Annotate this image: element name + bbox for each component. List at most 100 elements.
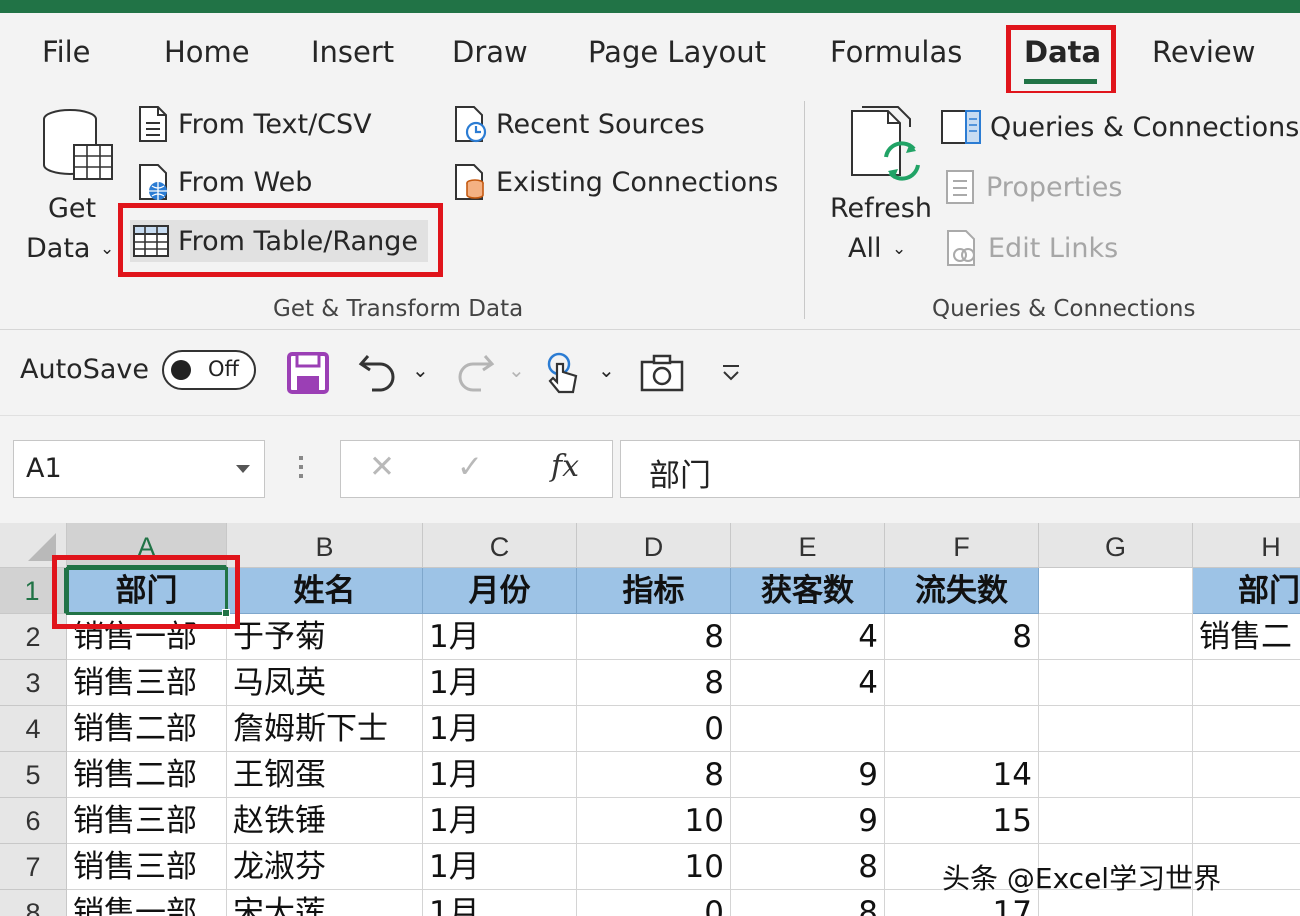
cell-d2[interactable]: 8 [577,614,731,660]
cell-a6[interactable]: 销售三部 [67,798,227,844]
cell-c7[interactable]: 1月 [423,844,577,890]
redo-dropdown-chevron-icon[interactable]: ⌄ [508,358,525,382]
header-cell-g1[interactable] [1039,568,1193,614]
cell-e5[interactable]: 9 [731,752,885,798]
row-header-7[interactable]: 7 [0,844,67,890]
cell-h6[interactable] [1193,798,1300,844]
select-all-corner[interactable] [0,523,67,568]
cell-a4[interactable]: 销售二部 [67,706,227,752]
cell-a2[interactable]: 销售一部 [67,614,227,660]
cell-b5[interactable]: 王钢蛋 [227,752,423,798]
undo-icon[interactable] [358,350,398,394]
cell-h3[interactable] [1193,660,1300,706]
cell-c3[interactable]: 1月 [423,660,577,706]
row-header-1[interactable]: 1 [0,568,67,614]
tab-insert[interactable]: Insert [311,35,394,69]
name-box[interactable]: A1 [13,440,265,498]
properties-button[interactable]: Properties [944,169,1122,205]
cell-h5[interactable] [1193,752,1300,798]
cell-e6[interactable]: 9 [731,798,885,844]
cell-f4[interactable] [885,706,1039,752]
save-icon[interactable] [287,352,329,394]
column-header-g[interactable]: G [1039,523,1193,568]
cell-d6[interactable]: 10 [577,798,731,844]
cell-c8[interactable]: 1月 [423,890,577,916]
column-header-h[interactable]: H [1193,523,1300,568]
column-header-b[interactable]: B [227,523,423,568]
column-header-e[interactable]: E [731,523,885,568]
row-header-4[interactable]: 4 [0,706,67,752]
tab-file[interactable]: File [42,35,91,69]
cell-g5[interactable] [1039,752,1193,798]
cell-a8[interactable]: 销售一部 [67,890,227,916]
cell-c2[interactable]: 1月 [423,614,577,660]
row-header-5[interactable]: 5 [0,752,67,798]
cell-h2[interactable]: 销售二 [1193,614,1300,660]
cell-b3[interactable]: 马凤英 [227,660,423,706]
cell-e7[interactable]: 8 [731,844,885,890]
cell-f5[interactable]: 14 [885,752,1039,798]
cell-b4[interactable]: 詹姆斯下士 [227,706,423,752]
column-header-a[interactable]: A [67,523,227,568]
get-data-button[interactable]: Get Data ⌄ [22,101,122,271]
column-header-f[interactable]: F [885,523,1039,568]
header-cell-c1[interactable]: 月份 [423,568,577,614]
header-cell-d1[interactable]: 指标 [577,568,731,614]
cell-b8[interactable]: 宋大莲 [227,890,423,916]
customize-toolbar-icon[interactable] [720,364,742,382]
cell-h4[interactable] [1193,706,1300,752]
edit-links-button[interactable]: Edit Links [944,229,1118,267]
tab-draw[interactable]: Draw [452,35,528,69]
header-cell-e1[interactable]: 获客数 [731,568,885,614]
from-web-button[interactable]: From Web [136,163,312,201]
header-cell-b1[interactable]: 姓名 [227,568,423,614]
header-cell-a1[interactable]: 部门 [67,568,227,614]
autosave-toggle[interactable]: Off [162,350,256,390]
cell-f6[interactable]: 15 [885,798,1039,844]
row-header-6[interactable]: 6 [0,798,67,844]
tab-review[interactable]: Review [1152,35,1255,69]
touch-mode-icon[interactable] [545,350,581,396]
cell-f3[interactable] [885,660,1039,706]
cell-g6[interactable] [1039,798,1193,844]
cell-c5[interactable]: 1月 [423,752,577,798]
cell-d5[interactable]: 8 [577,752,731,798]
tab-data[interactable]: Data [1024,35,1101,69]
cell-a3[interactable]: 销售三部 [67,660,227,706]
existing-connections-button[interactable]: Existing Connections [452,163,778,201]
column-header-d[interactable]: D [577,523,731,568]
tab-formulas[interactable]: Formulas [830,35,962,69]
cell-e2[interactable]: 4 [731,614,885,660]
cell-b6[interactable]: 赵铁锤 [227,798,423,844]
camera-icon[interactable] [640,354,684,392]
header-cell-f1[interactable]: 流失数 [885,568,1039,614]
cell-g3[interactable] [1039,660,1193,706]
from-table-range-button[interactable]: From Table/Range [130,220,428,262]
cell-b2[interactable]: 于予菊 [227,614,423,660]
insert-function-icon[interactable]: fx [551,449,579,484]
cell-e8[interactable]: 8 [731,890,885,916]
fill-handle[interactable] [222,609,230,617]
cell-b7[interactable]: 龙淑芬 [227,844,423,890]
column-header-c[interactable]: C [423,523,577,568]
undo-dropdown-chevron-icon[interactable]: ⌄ [412,358,429,382]
touch-dropdown-chevron-icon[interactable]: ⌄ [598,358,615,382]
cell-e3[interactable]: 4 [731,660,885,706]
cell-a7[interactable]: 销售三部 [67,844,227,890]
enter-icon[interactable]: ✓ [457,449,483,485]
cell-c4[interactable]: 1月 [423,706,577,752]
cell-g2[interactable] [1039,614,1193,660]
row-header-2[interactable]: 2 [0,614,67,660]
header-cell-h1[interactable]: 部门 [1193,568,1300,614]
tab-page-layout[interactable]: Page Layout [588,35,766,69]
formula-bar-grip-icon[interactable] [299,456,303,482]
from-text-csv-button[interactable]: From Text/CSV [136,105,372,143]
cell-f2[interactable]: 8 [885,614,1039,660]
row-header-3[interactable]: 3 [0,660,67,706]
cell-a5[interactable]: 销售二部 [67,752,227,798]
tab-home[interactable]: Home [164,35,250,69]
redo-icon[interactable] [455,350,495,394]
cell-g4[interactable] [1039,706,1193,752]
formula-input[interactable]: 部门 [620,440,1300,498]
cell-d4[interactable]: 0 [577,706,731,752]
